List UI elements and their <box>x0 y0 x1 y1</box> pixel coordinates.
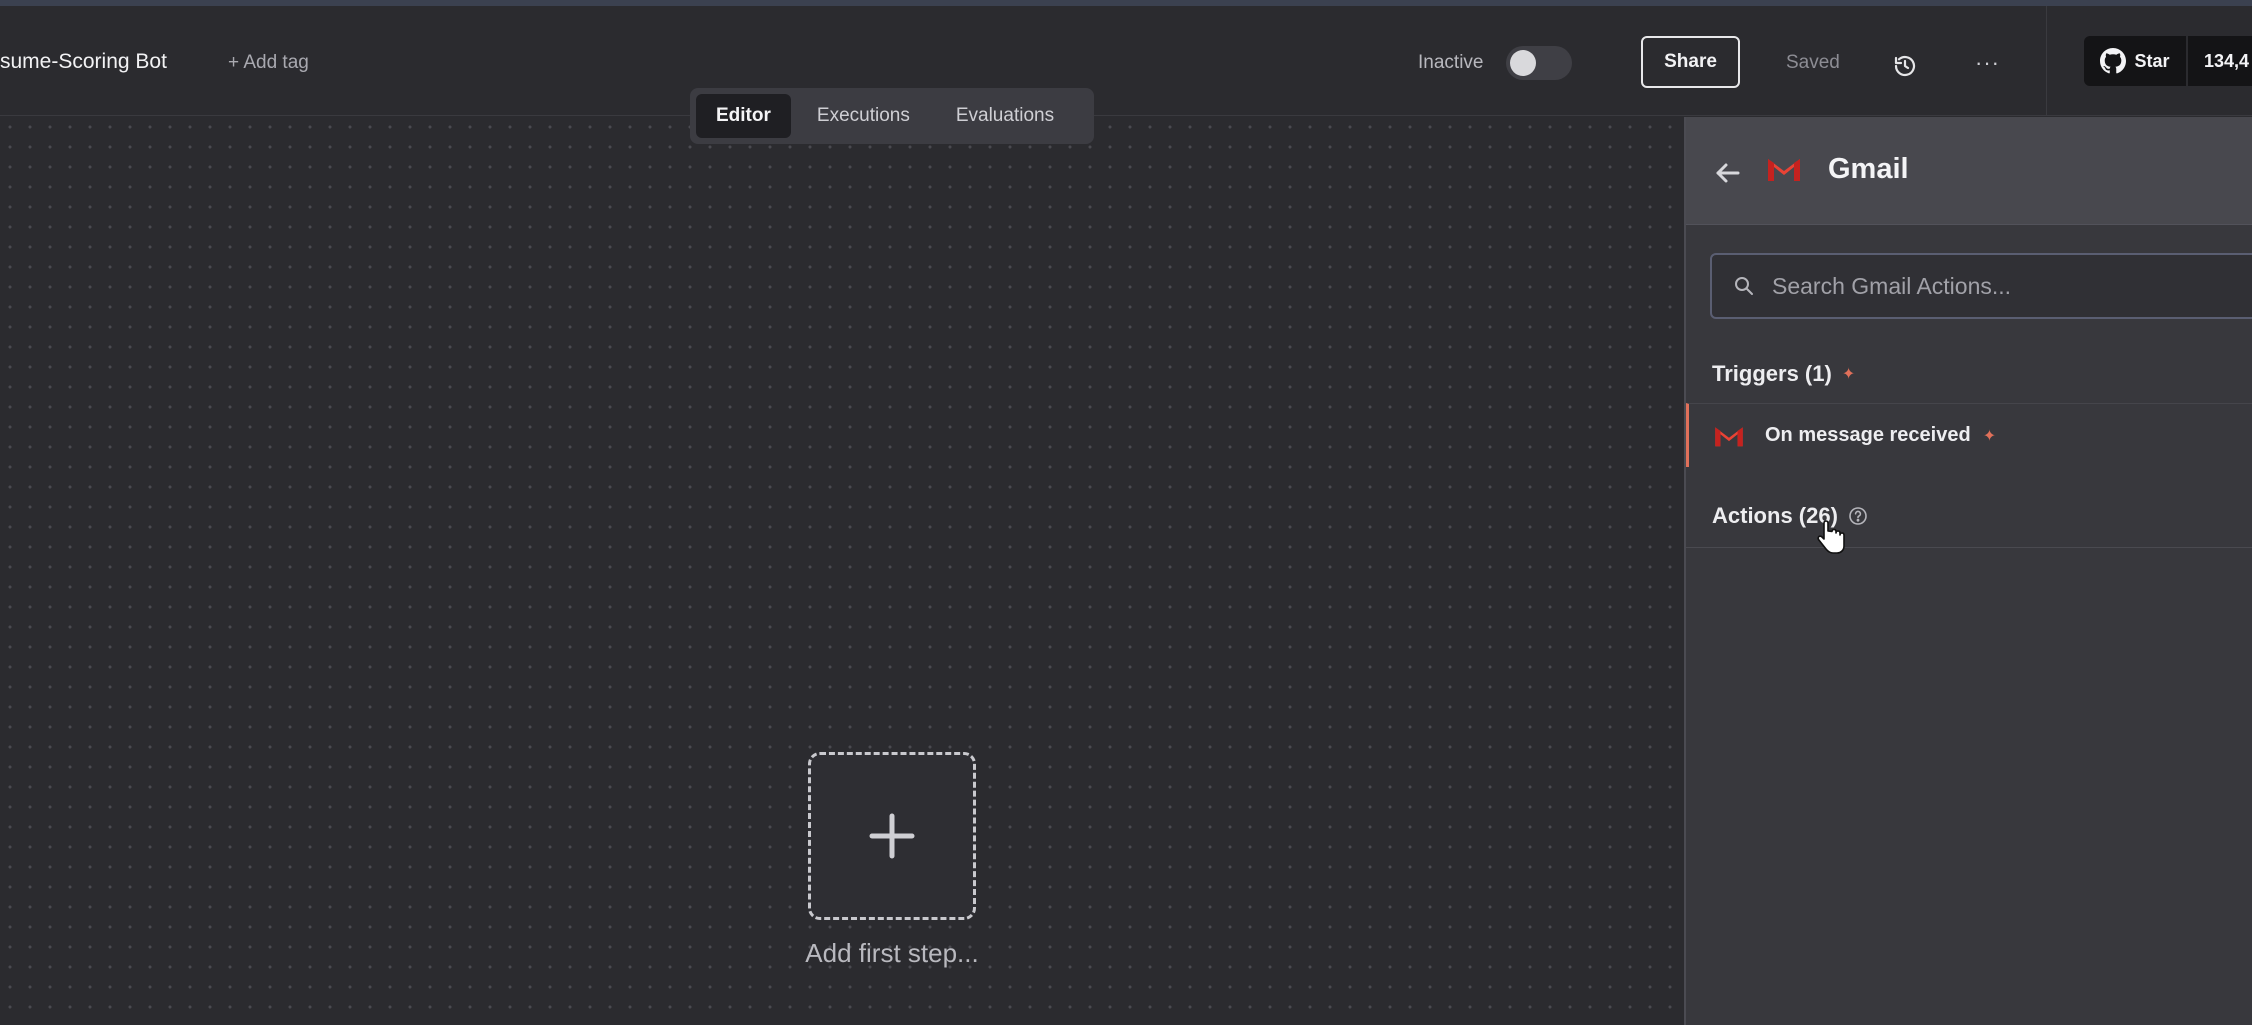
history-icon[interactable] <box>1893 54 1917 78</box>
panel-title: Gmail <box>1828 153 1909 185</box>
question-circle-icon[interactable] <box>1848 506 1868 526</box>
add-first-step-button[interactable] <box>808 752 976 920</box>
github-star-button[interactable]: Star <box>2084 36 2186 86</box>
workflow-canvas[interactable]: Add first step... <box>0 117 1684 1025</box>
trigger-label-text: On message received <box>1765 424 1971 446</box>
workflow-name[interactable]: sume-Scoring Bot <box>0 50 167 74</box>
arrow-left-icon[interactable] <box>1712 157 1744 189</box>
more-options-icon[interactable]: ··· <box>1975 50 2000 76</box>
trigger-label: On message received ✦ <box>1765 424 1996 447</box>
active-status-label: Inactive <box>1418 52 1484 73</box>
share-button[interactable]: Share <box>1641 36 1740 88</box>
search-field[interactable] <box>1710 253 2252 319</box>
tab-evaluations[interactable]: Evaluations <box>936 94 1074 138</box>
sparkle-icon: ✦ <box>1982 427 1997 445</box>
add-first-step-label: Add first step... <box>805 938 979 968</box>
top-header: sume-Scoring Bot + Add tag Inactive Shar… <box>0 6 2252 116</box>
active-toggle[interactable] <box>1506 46 1572 80</box>
hand-cursor-icon <box>1817 520 1845 554</box>
view-tabs: Editor Executions Evaluations <box>690 88 1094 144</box>
tab-editor[interactable]: Editor <box>696 94 791 138</box>
toggle-knob <box>1510 50 1536 76</box>
panel-header: Gmail <box>1686 117 2252 225</box>
add-tag-button[interactable]: + Add tag <box>228 52 309 74</box>
search-input[interactable] <box>1772 272 2252 300</box>
github-star-count[interactable]: 134,4 <box>2188 36 2252 86</box>
gmail-logo-icon <box>1715 426 1743 446</box>
trigger-item-on-message-received[interactable]: On message received ✦ <box>1686 403 2252 467</box>
triggers-title-text: Triggers (1) <box>1712 361 1832 386</box>
star-label: Star <box>2134 50 2170 71</box>
plus-icon <box>869 813 915 859</box>
gmail-logo-icon <box>1768 159 1800 181</box>
sparkle-icon: ✦ <box>1841 366 1856 383</box>
node-creator-panel: Gmail Triggers (1) ✦ On message received… <box>1684 117 2252 1025</box>
header-divider <box>2046 6 2047 116</box>
actions-divider <box>1686 547 2252 548</box>
search-icon <box>1735 277 1753 295</box>
github-icon <box>2100 48 2127 74</box>
tab-executions[interactable]: Executions <box>797 94 930 138</box>
save-status: Saved <box>1786 52 1840 73</box>
triggers-section-title: Triggers (1) ✦ <box>1712 361 1855 387</box>
